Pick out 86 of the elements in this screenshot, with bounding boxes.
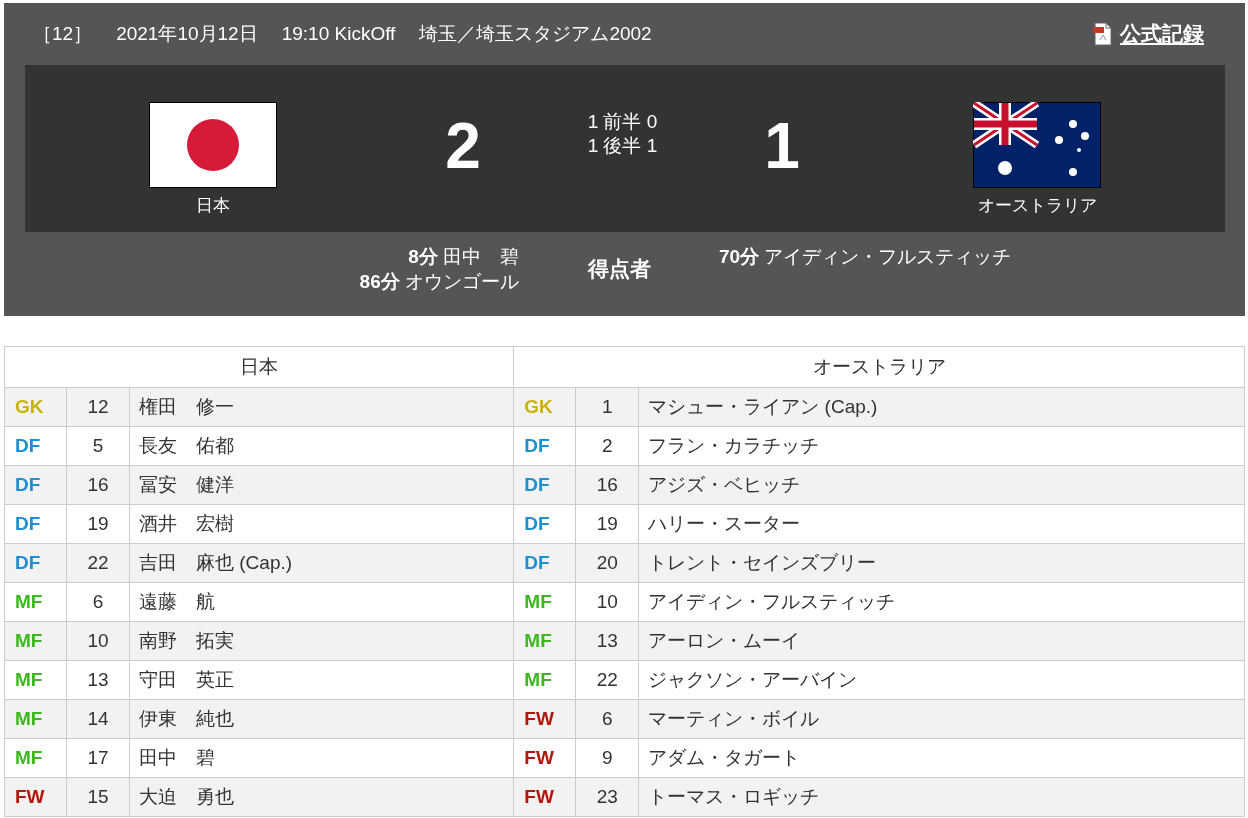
- scorers-label: 得点者: [586, 256, 652, 282]
- position-cell: DF: [4, 504, 67, 544]
- position-cell: DF: [513, 504, 576, 544]
- position-cell: FW: [513, 777, 576, 817]
- number-cell: 17: [66, 738, 130, 778]
- half-score: 1 後半 1: [587, 133, 658, 158]
- position-cell: MF: [4, 738, 67, 778]
- player-cell: トーマス・ロギッチ: [638, 777, 1245, 817]
- number-cell: 12: [66, 387, 130, 427]
- team-name: オーストラリア: [977, 195, 1097, 217]
- number-cell: 6: [575, 699, 639, 739]
- number-cell: 13: [66, 660, 130, 700]
- player-cell: 酒井 宏樹: [129, 504, 514, 544]
- player-cell: 遠藤 航: [129, 582, 514, 622]
- number-cell: 6: [66, 582, 130, 622]
- player-cell: トレント・セインズブリー: [638, 543, 1245, 583]
- player-cell: 田中 碧: [129, 738, 514, 778]
- number-cell: 16: [575, 465, 639, 505]
- position-cell: MF: [513, 582, 576, 622]
- position-cell: MF: [4, 621, 67, 661]
- number-cell: 22: [575, 660, 639, 700]
- position-cell: MF: [4, 699, 67, 739]
- position-cell: FW: [513, 699, 576, 739]
- number-cell: 19: [66, 504, 130, 544]
- flag-icon: [148, 102, 277, 188]
- position-cell: MF: [4, 660, 67, 700]
- position-cell: DF: [4, 426, 67, 466]
- player-cell: マーティン・ボイル: [638, 699, 1245, 739]
- number-cell: 19: [575, 504, 639, 544]
- position-cell: GK: [513, 387, 576, 427]
- position-cell: FW: [4, 777, 67, 817]
- document-icon: [1092, 22, 1114, 46]
- home-score: 2: [444, 108, 482, 183]
- player-cell: ハリー・スーター: [638, 504, 1245, 544]
- position-cell: GK: [4, 387, 67, 427]
- position-cell: DF: [513, 426, 576, 466]
- match-date: 2021年10月12日: [116, 22, 258, 46]
- goal-scorer: 70分 アイディン・フルスティッチ: [719, 245, 1013, 269]
- player-cell: 南野 拓実: [129, 621, 514, 661]
- goal-scorer: 86分 オウンゴール: [359, 270, 519, 294]
- number-cell: 16: [66, 465, 130, 505]
- player-cell: アダム・タガート: [638, 738, 1245, 778]
- position-cell: FW: [513, 738, 576, 778]
- player-cell: 権田 修一: [129, 387, 514, 427]
- flag-icon: [973, 102, 1101, 188]
- number-cell: 10: [66, 621, 130, 661]
- kickoff-time: 19:10 KickOff: [281, 23, 396, 45]
- player-cell: ジャクソン・アーバイン: [638, 660, 1245, 700]
- player-cell: アイディン・フルスティッチ: [638, 582, 1245, 622]
- half-score: 1 前半 0: [587, 109, 658, 134]
- player-cell: 長友 佑都: [129, 426, 514, 466]
- position-cell: DF: [513, 543, 576, 583]
- player-cell: アーロン・ムーイ: [638, 621, 1245, 661]
- venue: 埼玉／埼玉スタジアム2002: [419, 22, 652, 46]
- goal-scorer: 8分 田中 碧: [408, 245, 519, 269]
- away-score: 1: [763, 108, 801, 183]
- number-cell: 14: [66, 699, 130, 739]
- match-number: ［12］: [33, 22, 93, 46]
- number-cell: 1: [575, 387, 639, 427]
- position-cell: MF: [513, 660, 576, 700]
- number-cell: 23: [575, 777, 639, 817]
- player-cell: アジズ・ベヒッチ: [638, 465, 1245, 505]
- column-header: 日本: [4, 346, 514, 388]
- number-cell: 5: [66, 426, 130, 466]
- player-cell: マシュー・ライアン (Cap.): [638, 387, 1245, 427]
- player-cell: 守田 英正: [129, 660, 514, 700]
- column-header: オーストラリア: [513, 346, 1245, 388]
- team-name: 日本: [195, 195, 230, 217]
- number-cell: 20: [575, 543, 639, 583]
- position-cell: MF: [4, 582, 67, 622]
- number-cell: 22: [66, 543, 130, 583]
- number-cell: 13: [575, 621, 639, 661]
- player-cell: 冨安 健洋: [129, 465, 514, 505]
- player-cell: 吉田 麻也 (Cap.): [129, 543, 514, 583]
- number-cell: 2: [575, 426, 639, 466]
- number-cell: 10: [575, 582, 639, 622]
- position-cell: DF: [4, 465, 67, 505]
- position-cell: DF: [4, 543, 67, 583]
- player-cell: フラン・カラチッチ: [638, 426, 1245, 466]
- player-cell: 伊東 純也: [129, 699, 514, 739]
- position-cell: MF: [513, 621, 576, 661]
- official-record-link[interactable]: 公式記録: [1120, 20, 1204, 48]
- position-cell: DF: [513, 465, 576, 505]
- player-cell: 大迫 勇也: [129, 777, 514, 817]
- number-cell: 9: [575, 738, 639, 778]
- number-cell: 15: [66, 777, 130, 817]
